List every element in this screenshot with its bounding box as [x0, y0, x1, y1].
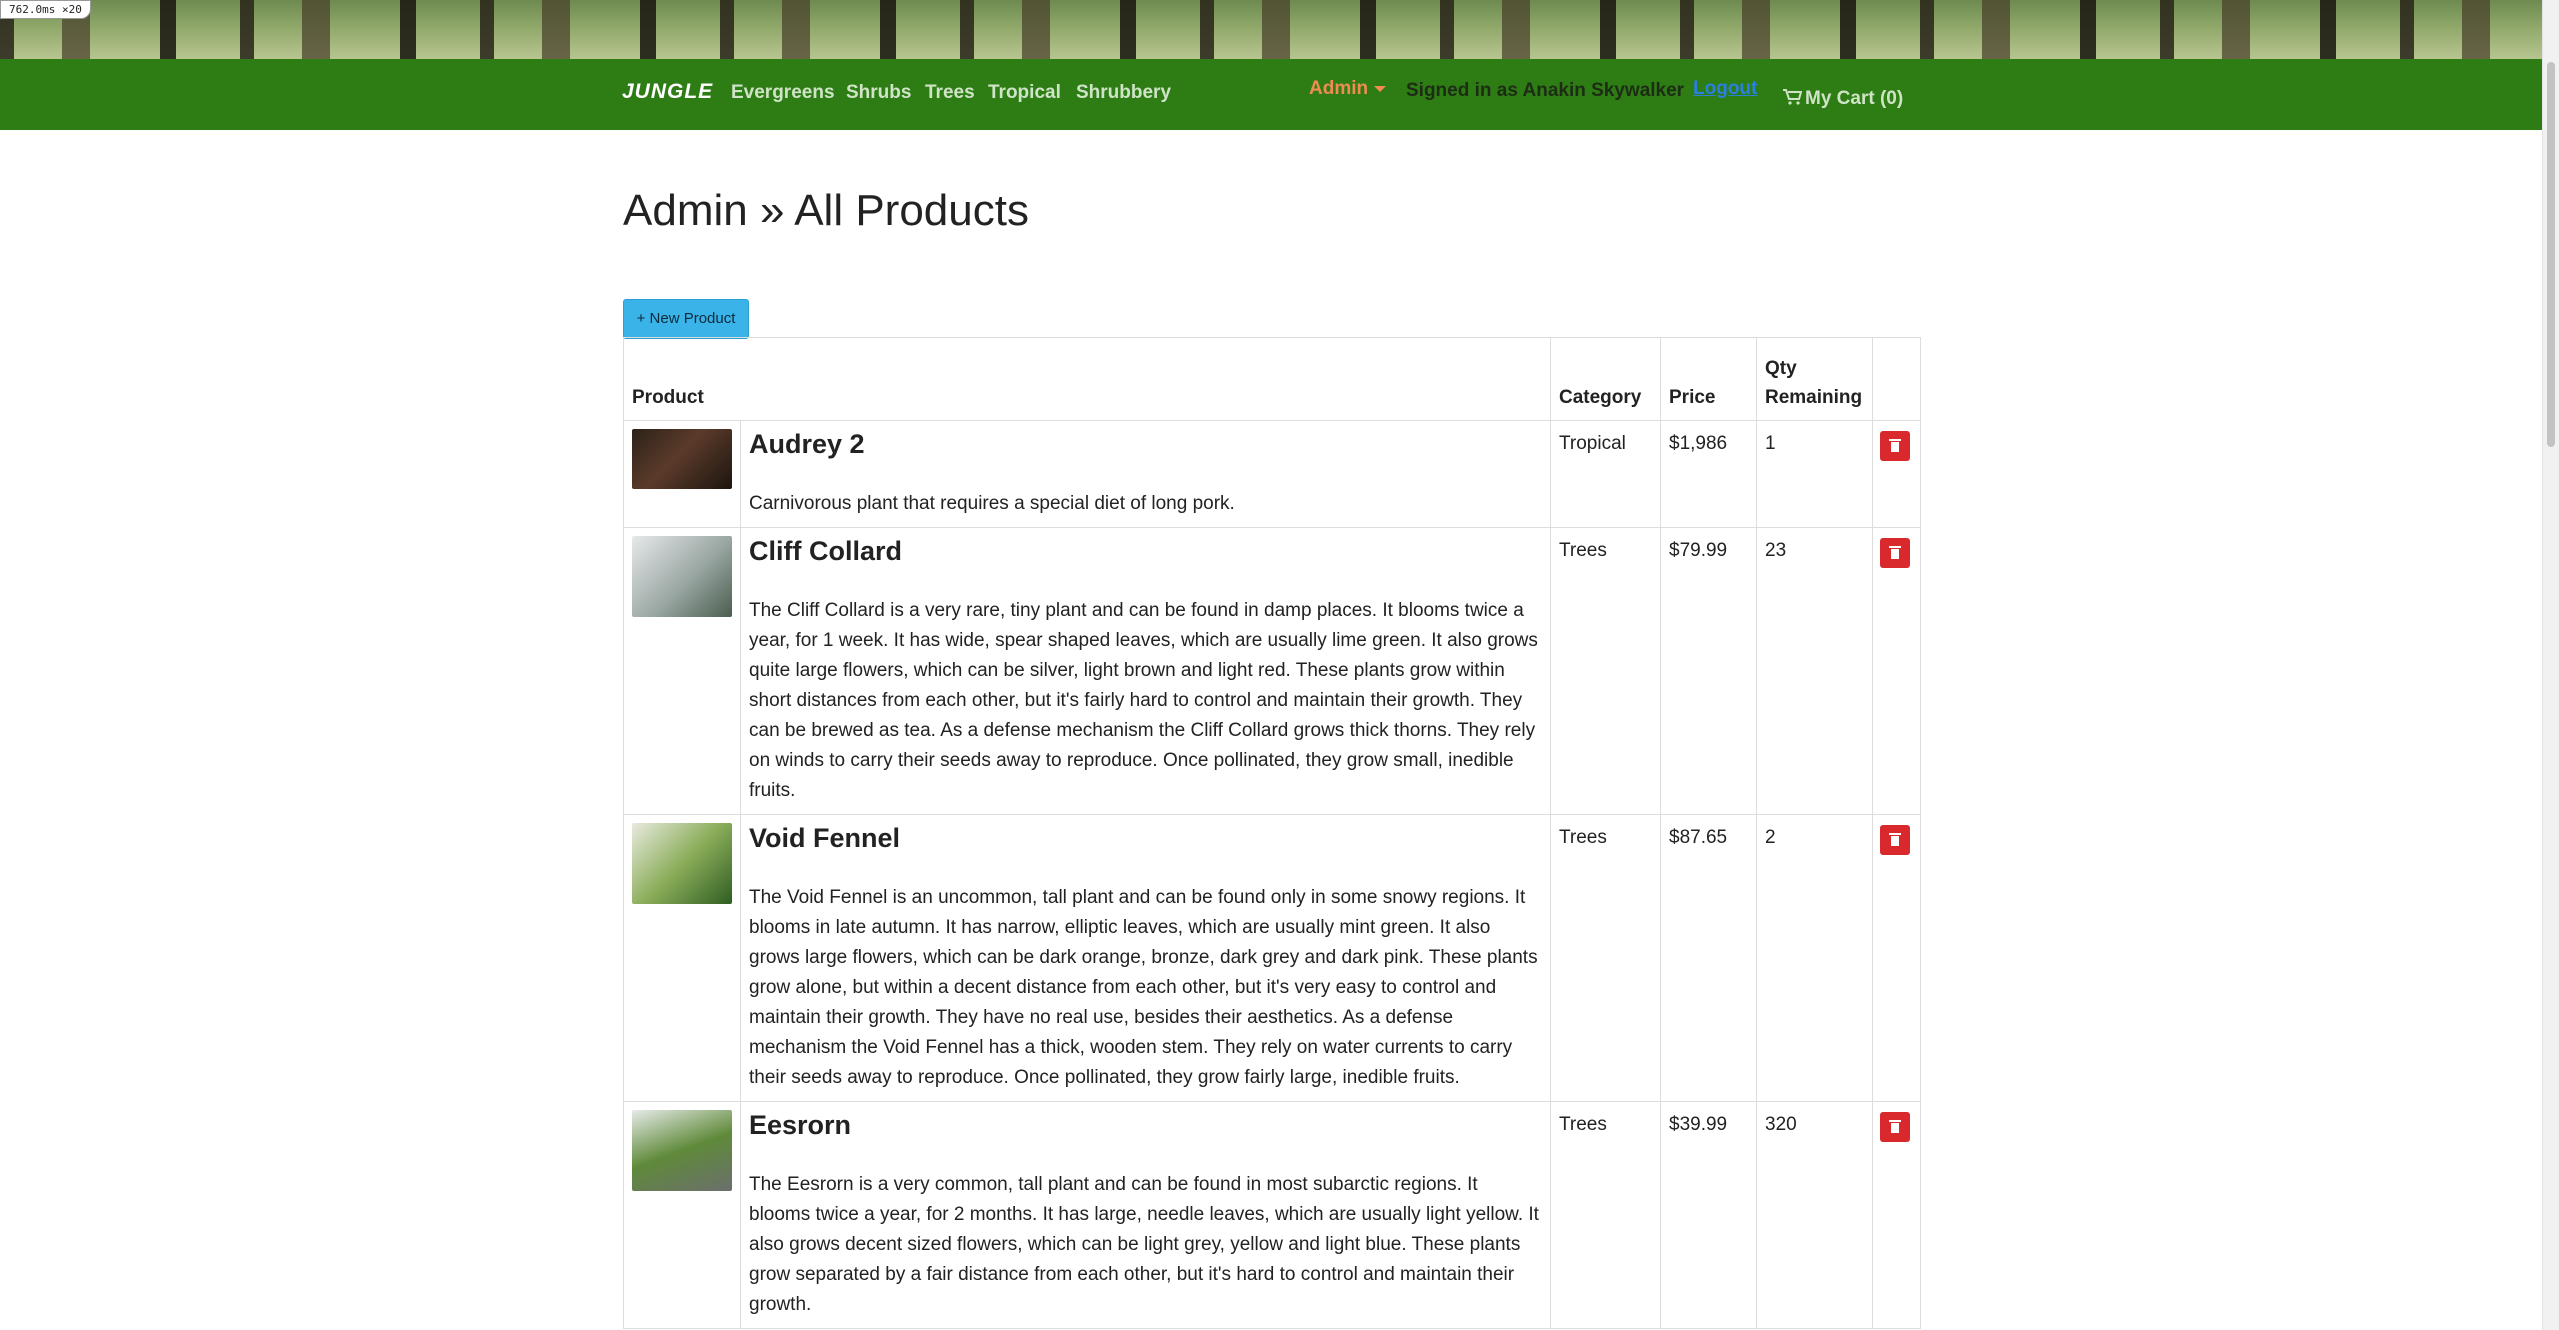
caret-down-icon [1374, 85, 1387, 92]
product-category: Trees [1550, 527, 1661, 815]
header-actions [1872, 337, 1921, 421]
header-category: Category [1550, 337, 1661, 421]
delete-button[interactable] [1880, 538, 1910, 568]
table-header-row: Product Category Price Qty Remaining [623, 337, 1921, 421]
new-product-button[interactable]: + New Product [623, 299, 749, 339]
product-description: Carnivorous plant that requires a specia… [749, 493, 1235, 514]
product-description: The Void Fennel is an uncommon, tall pla… [749, 887, 1538, 1088]
navbar: JUNGLE Evergreens Shrubs Trees Tropical … [0, 59, 2543, 130]
trash-icon [1889, 546, 1901, 560]
product-thumbnail [632, 823, 732, 904]
signed-in-text: Signed in as Anakin Skywalker [1406, 80, 1685, 101]
product-thumbnail [632, 1110, 732, 1191]
product-qty: 320 [1756, 1101, 1873, 1329]
vertical-scrollbar[interactable] [2542, 0, 2559, 1330]
admin-dropdown-label: Admin [1309, 78, 1369, 99]
product-qty: 2 [1756, 814, 1873, 1102]
table-row: Void Fennel The Void Fennel is an uncomm… [623, 814, 1921, 1102]
product-cell: Eesrorn The Eesrorn is a very common, ta… [740, 1101, 1551, 1329]
product-price: $1,986 [1660, 420, 1757, 528]
nav-link-evergreens[interactable]: Evergreens [731, 82, 835, 104]
nav-link-shrubbery[interactable]: Shrubbery [1076, 82, 1171, 104]
product-price: $87.65 [1660, 814, 1757, 1102]
product-category: Tropical [1550, 420, 1661, 528]
product-name: Cliff Collard [749, 536, 902, 566]
table-row: Cliff Collard The Cliff Collard is a ver… [623, 527, 1921, 815]
product-category: Trees [1550, 814, 1661, 1102]
product-description: The Cliff Collard is a very rare, tiny p… [749, 600, 1538, 801]
delete-button[interactable] [1880, 1112, 1910, 1142]
shopping-cart-icon [1783, 89, 1803, 105]
product-qty: 1 [1756, 420, 1873, 528]
product-image-cell [623, 420, 741, 528]
product-price: $79.99 [1660, 527, 1757, 815]
brand-logo[interactable]: JUNGLE [622, 80, 713, 104]
actions-cell [1872, 814, 1921, 1102]
delete-button[interactable] [1880, 825, 1910, 855]
header-price: Price [1660, 337, 1757, 421]
product-name: Void Fennel [749, 823, 901, 853]
admin-dropdown[interactable]: Admin [1309, 78, 1387, 100]
trash-icon [1889, 1120, 1901, 1134]
product-cell: Void Fennel The Void Fennel is an uncomm… [740, 814, 1551, 1102]
product-thumbnail [632, 429, 732, 489]
trash-icon [1889, 833, 1901, 847]
table-row: Audrey 2 Carnivorous plant that requires… [623, 420, 1921, 528]
actions-cell [1872, 527, 1921, 815]
cart-link[interactable]: My Cart (0) [1783, 88, 1903, 110]
product-name: Audrey 2 [749, 429, 865, 459]
page-title: Admin » All Products [623, 186, 1029, 235]
product-cell: Audrey 2 Carnivorous plant that requires… [740, 420, 1551, 528]
product-image-cell [623, 814, 741, 1102]
product-category: Trees [1550, 1101, 1661, 1329]
delete-button[interactable] [1880, 431, 1910, 461]
nav-link-trees[interactable]: Trees [925, 82, 975, 104]
product-description: The Eesrorn is a very common, tall plant… [749, 1174, 1539, 1315]
header-product: Product [623, 337, 1551, 421]
render-time-badge: 762.0ms ×20 [0, 0, 91, 19]
product-cell: Cliff Collard The Cliff Collard is a ver… [740, 527, 1551, 815]
product-qty: 23 [1756, 527, 1873, 815]
actions-cell [1872, 1101, 1921, 1329]
nav-link-shrubs[interactable]: Shrubs [846, 82, 911, 104]
product-name: Eesrorn [749, 1110, 852, 1140]
header-qty-remaining: Qty Remaining [1756, 337, 1873, 421]
scrollbar-thumb[interactable] [2547, 62, 2555, 447]
trash-icon [1889, 439, 1901, 453]
forest-banner [0, 0, 2559, 59]
products-table: Product Category Price Qty Remaining Aud… [623, 337, 1921, 1329]
product-thumbnail [632, 536, 732, 617]
product-image-cell [623, 527, 741, 815]
actions-cell [1872, 420, 1921, 528]
table-row: Eesrorn The Eesrorn is a very common, ta… [623, 1101, 1921, 1329]
product-image-cell [623, 1101, 741, 1329]
cart-label: My Cart (0) [1805, 88, 1904, 109]
product-price: $39.99 [1660, 1101, 1757, 1329]
nav-link-tropical[interactable]: Tropical [988, 82, 1061, 104]
logout-link[interactable]: Logout [1693, 78, 1757, 100]
